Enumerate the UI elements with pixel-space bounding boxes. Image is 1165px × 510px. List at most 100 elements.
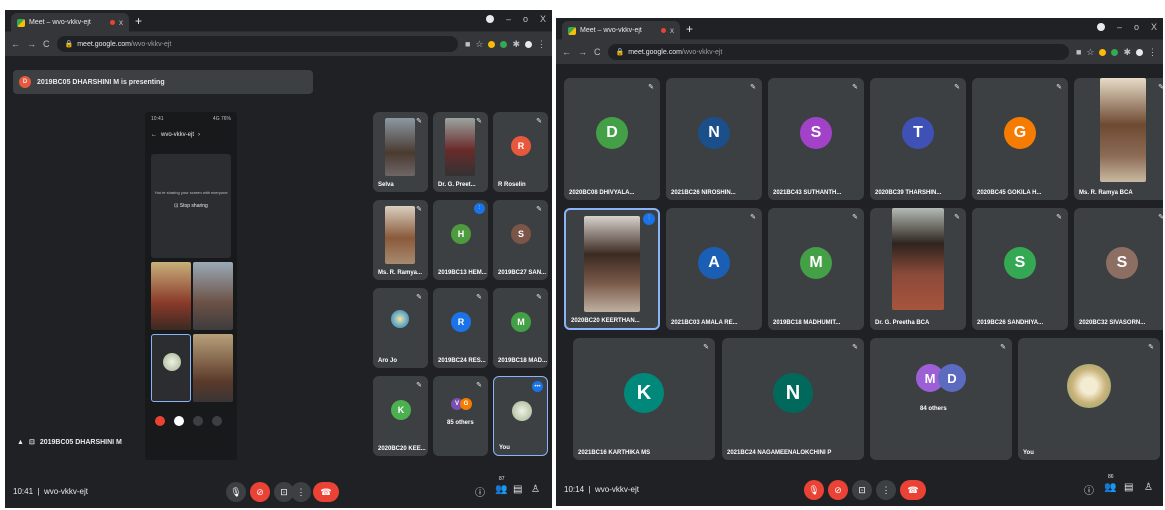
- mic-muted-icon: ✎: [536, 294, 542, 301]
- mic-muted-icon: ✎: [536, 118, 542, 125]
- participant-tile-2019bc13-hemavathi[interactable]: H ⫶ 2019BC13 HEM...: [433, 200, 488, 280]
- activities-icon[interactable]: ♙: [531, 484, 540, 495]
- tab-close-icon[interactable]: x: [119, 18, 123, 27]
- participant-tile-you[interactable]: ••• You: [493, 376, 548, 456]
- participant-name: R Roselin: [498, 182, 526, 188]
- participant-avatar: N: [773, 373, 813, 413]
- tab-close-icon[interactable]: x: [670, 26, 674, 35]
- browser-tab[interactable]: Meet – wvo-vkkv-ejt x: [562, 21, 680, 40]
- participant-tile-2020bc20-keerthana-j[interactable]: ⫶ 2020BC20 KEERTHAN...: [564, 208, 660, 330]
- participant-tile-dr-g-preetha-bca[interactable]: ✎ Dr. G. Preet...: [433, 112, 488, 192]
- more-options-button[interactable]: ⋮: [291, 482, 311, 502]
- more-options-icon[interactable]: •••: [532, 381, 543, 392]
- participant-tile-you[interactable]: ✎ You: [1018, 338, 1160, 460]
- camera-button[interactable]: ⊘: [828, 480, 848, 500]
- puzzle-icon[interactable]: ✱: [512, 39, 520, 50]
- participant-tile-2019bc26-sandhiya-m[interactable]: S ✎ 2019BC26 SANDHIYA...: [972, 208, 1068, 330]
- phone-stop-sharing: ⊡ Stop sharing: [174, 203, 208, 209]
- avatar[interactable]: [1136, 48, 1143, 56]
- camera-button[interactable]: ⊘: [250, 482, 270, 502]
- mic-muted-icon: ✎: [476, 382, 482, 389]
- participant-name: 2019BC18 MAD...: [498, 358, 548, 364]
- extension-2-icon[interactable]: [1111, 48, 1119, 56]
- camera-ext-icon[interactable]: ■: [1076, 47, 1081, 57]
- people-icon[interactable]: 👥: [1104, 482, 1116, 493]
- shared-screen: 10:41 4G 76% ← wvo-vkkv-ejt › You're sha…: [145, 112, 237, 460]
- people-icon[interactable]: 👥: [495, 484, 507, 495]
- puzzle-icon[interactable]: ✱: [1123, 47, 1131, 58]
- tab-title: Meet – wvo-vkkv-ejt: [29, 19, 91, 26]
- info-icon[interactable]: ⓘ: [475, 484, 485, 499]
- profile-icon[interactable]: [485, 15, 494, 23]
- star-icon[interactable]: ☆: [1086, 47, 1094, 58]
- browser-tab[interactable]: Meet – wvo-vkkv-ejt x: [11, 13, 129, 32]
- profile-icon[interactable]: [1096, 23, 1105, 31]
- participant-tile-84-others[interactable]: M D ✎ 84 others: [870, 338, 1012, 460]
- phone-share-message: You're sharing your screen with everyone: [154, 190, 228, 195]
- reload-button[interactable]: C: [594, 47, 601, 57]
- chat-icon[interactable]: ▤: [513, 484, 522, 495]
- participant-tile-dr-g-preetha-bca[interactable]: ✎ Dr. G. Preetha BCA: [870, 208, 966, 330]
- chat-icon[interactable]: ▤: [1124, 482, 1133, 493]
- participant-tile-2020bc45-gokila-harini[interactable]: G ✎ 2020BC45 GOKILA H...: [972, 78, 1068, 200]
- end-call-button[interactable]: ☎: [900, 480, 926, 500]
- participant-tile-2021bc16-karthika-ms[interactable]: K ✎ 2021BC16 KARTHIKA MS: [573, 338, 715, 460]
- minimize-button[interactable]: –: [506, 14, 511, 24]
- participant-tile-2021bc24-nagameenalokchini-p[interactable]: N ✎ 2021BC24 NAGAMEENALOKCHINI P: [722, 338, 864, 460]
- kebab-menu-icon[interactable]: ⋮: [1148, 47, 1157, 58]
- present-button[interactable]: ⊡: [852, 480, 872, 500]
- participant-tile-2020bc32-sivasorna-g[interactable]: S ✎ 2020BC32 SIVASORN...: [1074, 208, 1163, 330]
- participant-tile-2019bc24-reshma[interactable]: R ✎ 2019BC24 RES...: [433, 288, 488, 368]
- reload-button[interactable]: C: [43, 39, 50, 49]
- participant-video: [584, 216, 640, 312]
- new-tab-button[interactable]: +: [686, 22, 693, 36]
- kebab-menu-icon[interactable]: ⋮: [537, 39, 546, 50]
- participant-video: [445, 118, 475, 176]
- avatar[interactable]: [525, 40, 532, 48]
- info-icon[interactable]: ⓘ: [1084, 482, 1094, 497]
- star-icon[interactable]: ☆: [475, 39, 483, 50]
- participant-tile-r-roselin[interactable]: R ✎ R Roselin: [493, 112, 548, 192]
- new-tab-button[interactable]: +: [135, 14, 142, 28]
- mic-muted-icon: ✎: [476, 118, 482, 125]
- mic-muted-icon: ✎: [648, 84, 654, 91]
- participant-tile-2019bc18-madhumitha-n[interactable]: M ✎ 2019BC18 MADHUMIT...: [768, 208, 864, 330]
- participant-tile-2021bc43-suthanthiradevi[interactable]: S ✎ 2021BC43 SUTHANTH...: [768, 78, 864, 200]
- participant-tile-selva[interactable]: ✎ Selva: [373, 112, 428, 192]
- participant-tile-85-others[interactable]: V G ✎ 85 others: [433, 376, 488, 456]
- participant-name: 2021BC16 KARTHIKA MS: [578, 450, 651, 456]
- participant-tile-2020bc20-keerthana[interactable]: K ✎ 2020BC20 KEE...: [373, 376, 428, 456]
- address-bar[interactable]: 🔒 meet.google.com/wvo-vkkv-ejt: [607, 44, 1069, 60]
- extension-1-icon[interactable]: [1099, 48, 1107, 56]
- minimize-button[interactable]: –: [1117, 22, 1122, 32]
- extension-1-icon[interactable]: [488, 40, 496, 48]
- back-button[interactable]: ←: [562, 47, 571, 57]
- mic-muted-icon: ✎: [1056, 214, 1062, 221]
- close-window-button[interactable]: X: [540, 14, 546, 24]
- forward-button[interactable]: →: [578, 47, 587, 57]
- participant-tile-ms-r-ramya-bca[interactable]: ✎ Ms. R. Ramya BCA: [1074, 78, 1163, 200]
- mic-button[interactable]: 🎙: [804, 480, 824, 500]
- address-bar[interactable]: 🔒 meet.google.com/wvo-vkkv-ejt: [56, 36, 458, 52]
- activities-icon[interactable]: ♙: [1144, 482, 1153, 493]
- forward-button[interactable]: →: [27, 39, 36, 49]
- end-call-button[interactable]: ☎: [313, 482, 339, 502]
- participant-tile-2019bc27-sangeetha[interactable]: S ✎ 2019BC27 SAN...: [493, 200, 548, 280]
- extension-2-icon[interactable]: [500, 40, 508, 48]
- participant-tile-2020bc39-tharshini-r[interactable]: T ✎ 2020BC39 THARSHIN...: [870, 78, 966, 200]
- back-button[interactable]: ←: [11, 39, 20, 49]
- camera-ext-icon[interactable]: ■: [465, 39, 470, 49]
- participant-tile-2021bc26-niroshini-r[interactable]: N ✎ 2021BC26 NIROSHIN...: [666, 78, 762, 200]
- more-options-button[interactable]: ⋮: [876, 480, 896, 500]
- presenting-banner: D 2019BC05 DHARSHINI M is presenting: [13, 70, 313, 94]
- maximize-button[interactable]: o: [523, 14, 528, 24]
- participant-video: [391, 310, 409, 328]
- maximize-button[interactable]: o: [1134, 22, 1139, 32]
- mic-button[interactable]: 🎙: [226, 482, 246, 502]
- close-window-button[interactable]: X: [1151, 22, 1157, 32]
- participant-tile-ms-r-ramya-bca[interactable]: ✎ Ms. R. Ramya...: [373, 200, 428, 280]
- participant-tile-2021bc03-amala-renitha[interactable]: A ✎ 2021BC03 AMALA RE...: [666, 208, 762, 330]
- participant-tile-2020bc08-dhivyalakshmi[interactable]: D ✎ 2020BC08 DHIVYALA...: [564, 78, 660, 200]
- participant-tile-aro-jo[interactable]: ✎ Aro Jo: [373, 288, 428, 368]
- participant-tile-2019bc18-madhumitha[interactable]: M ✎ 2019BC18 MAD...: [493, 288, 548, 368]
